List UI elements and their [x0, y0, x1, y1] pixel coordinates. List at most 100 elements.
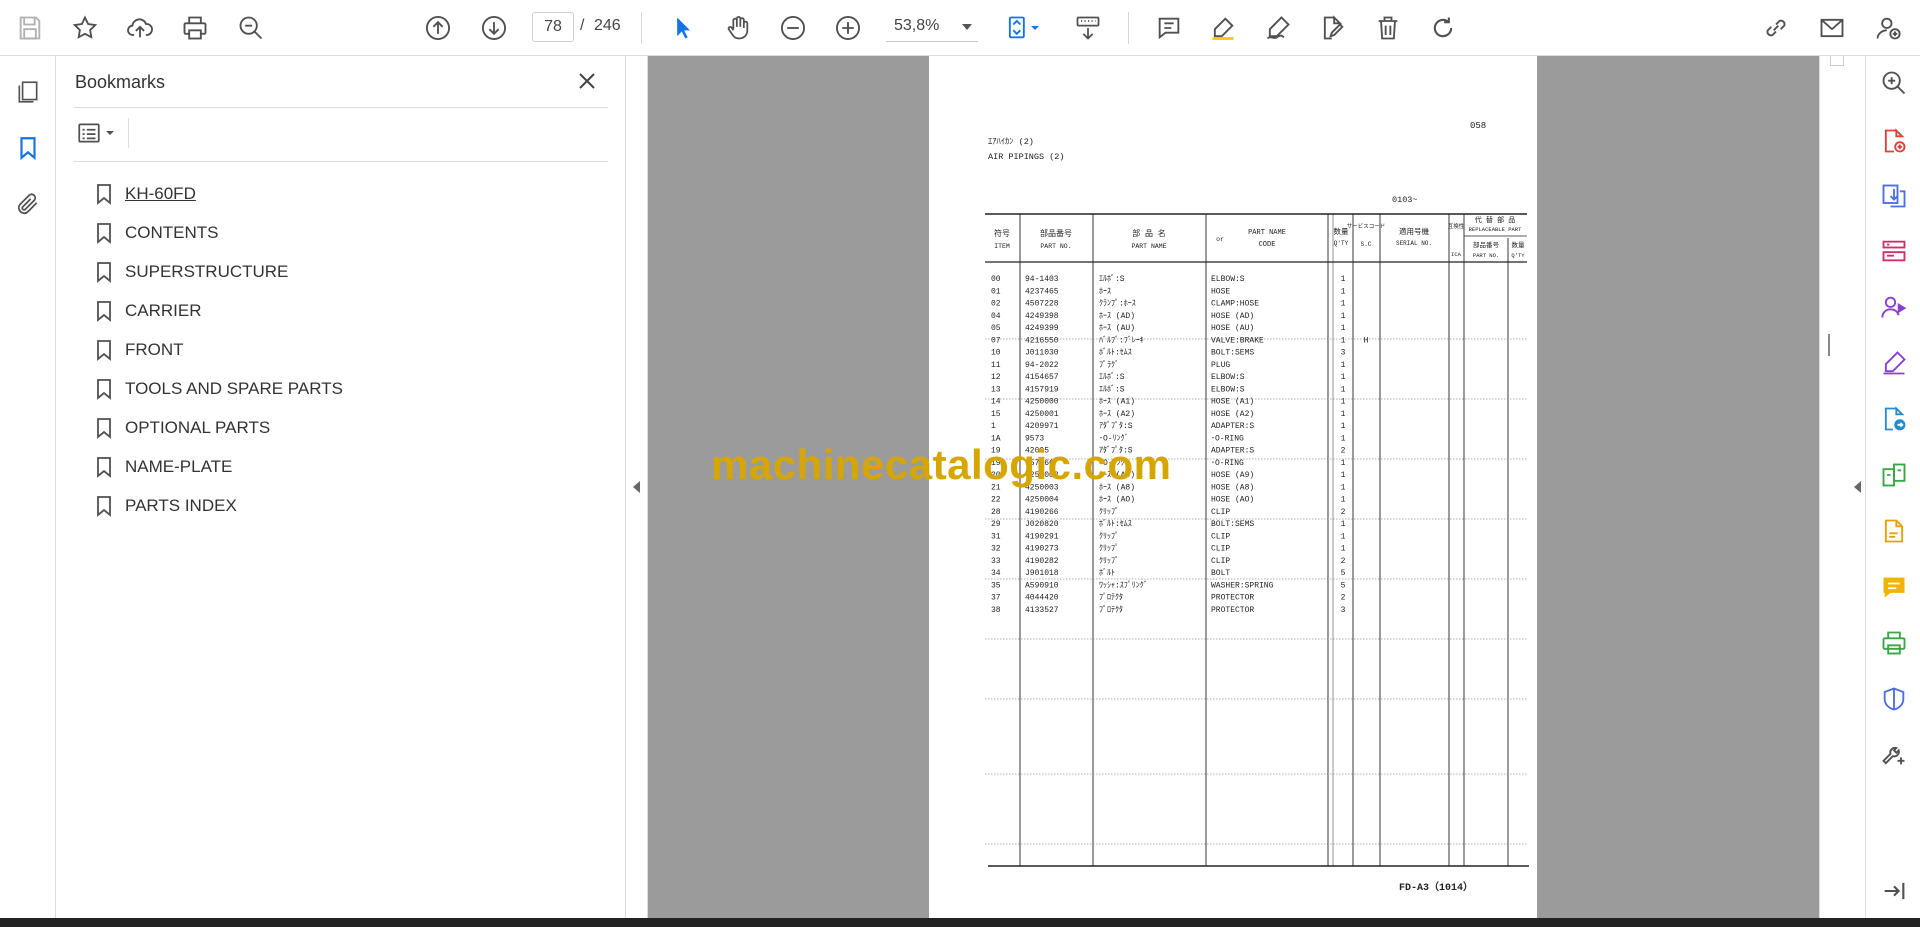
compare-files-icon[interactable] [1879, 460, 1909, 490]
delete-trash-icon[interactable] [1370, 10, 1406, 46]
row-part-number: 4237465 [1025, 287, 1059, 296]
table-grid [985, 213, 1529, 867]
bookmark-item[interactable]: CONTENTS [96, 213, 596, 252]
account-user-icon[interactable] [1870, 10, 1906, 46]
serial-range-label: 0103~ [1392, 195, 1418, 205]
search-zoom-icon[interactable] [233, 10, 269, 46]
row-part-name-en: BOLT:SEMS [1211, 520, 1254, 529]
row-item: 22 [991, 496, 1001, 505]
row-quantity: 5 [1341, 581, 1346, 590]
next-page-icon[interactable] [476, 10, 512, 46]
page-number-label: 058 [1470, 121, 1486, 131]
bookmark-item[interactable]: TOOLS AND SPARE PARTS [96, 369, 596, 408]
previous-page-icon[interactable] [420, 10, 456, 46]
comment-icon[interactable] [1151, 10, 1187, 46]
highlight-pen-icon[interactable] [1205, 10, 1241, 46]
edit-pdf-icon[interactable] [1315, 10, 1351, 46]
table-row: 07 4216550 ﾊﾞﾙﾌﾞ:ﾌﾞﾚｰｷ VALVE:BRAKE 1 H [991, 335, 1369, 345]
bookmark-item[interactable]: CARRIER [96, 291, 596, 330]
row-part-name-en: HOSE (A1) [1211, 398, 1254, 407]
bookmark-icon [97, 417, 111, 439]
star-bookmark-icon[interactable] [67, 10, 103, 46]
upload-cloud-icon[interactable] [122, 10, 158, 46]
row-part-name-en: CLIP [1211, 508, 1230, 517]
header-repl-qty-jp: 数量 [1512, 240, 1526, 249]
share-people-icon[interactable] [1879, 292, 1909, 322]
print-production-icon[interactable] [1879, 628, 1909, 658]
row-part-name-en: ADAPTER:S [1211, 447, 1254, 456]
hand-tool-icon[interactable] [720, 10, 756, 46]
row-quantity: 3 [1341, 349, 1346, 358]
row-quantity: 1 [1341, 496, 1346, 505]
scrollbar-grip[interactable] [1828, 334, 1830, 356]
collapse-left-panel-handle[interactable] [626, 56, 648, 918]
export-pdf-icon[interactable] [1879, 181, 1909, 211]
table-row: 12 4154657 ｴﾙﾎﾞ:S ELBOW:S 1 [991, 372, 1346, 382]
bookmark-item[interactable]: PARTS INDEX [96, 486, 596, 525]
send-for-review-icon[interactable] [1879, 404, 1909, 434]
row-part-number: 4190282 [1025, 557, 1059, 566]
bookmark-item[interactable]: SUPERSTRUCTURE [96, 252, 596, 291]
zoom-out-icon[interactable] [775, 10, 811, 46]
rotate-redo-icon[interactable] [1425, 10, 1461, 46]
protect-shield-icon[interactable] [1879, 684, 1909, 714]
row-item: 38 [991, 606, 1001, 615]
expand-panel-icon[interactable] [1879, 876, 1909, 906]
header-sc-jp: サービスコード [1347, 222, 1386, 230]
top-toolbar: 78 / 246 53,8% [0, 0, 1920, 56]
page-number-input[interactable]: 78 [532, 12, 574, 42]
zoom-in-icon[interactable] [830, 10, 866, 46]
row-part-name-jp: ﾜｯｼｬ:ｽﾌﾟﾘﾝｸﾞ [1099, 580, 1148, 590]
close-icon[interactable] [574, 68, 600, 94]
bookmark-item[interactable]: KH-60FD [96, 174, 596, 213]
table-header: 符号 ITEM 部品番号 PART NO. 部 品 名 PART NAME or… [994, 215, 1525, 259]
select-cursor-icon[interactable] [665, 10, 701, 46]
row-item: 01 [991, 287, 1001, 296]
bookmark-item[interactable]: NAME-PLATE [96, 447, 596, 486]
row-part-name-jp: ｴﾙﾎﾞ:S [1099, 274, 1125, 284]
bookmark-options-menu[interactable] [76, 119, 120, 147]
create-pdf-icon[interactable] [1879, 126, 1909, 156]
print-icon[interactable] [177, 10, 213, 46]
edit-document-icon[interactable] [1879, 516, 1909, 546]
organize-pages-icon[interactable] [1879, 236, 1909, 266]
fit-options-chevron-icon[interactable] [1028, 10, 1042, 46]
row-item: 07 [991, 336, 1001, 345]
chevron-left-icon [1854, 481, 1861, 493]
row-part-name-en: ELBOW:S [1211, 275, 1245, 284]
more-tools-icon[interactable] [1879, 740, 1909, 770]
header-sc-en: S.C [1361, 241, 1372, 248]
document-viewer[interactable]: 058 ｴｱﾊｲｶﾝ (2) AIR PIPINGS (2) 0103~ 符号 … [648, 56, 1819, 918]
zoom-tool-icon[interactable] [1879, 68, 1909, 98]
vertical-scrollbar[interactable] [1819, 56, 1853, 918]
row-part-name-jp: ｸﾘｯﾌﾟ [1099, 507, 1119, 517]
collapse-right-panel-handle[interactable] [1853, 56, 1865, 918]
table-row: 11 94-2022 ﾌﾟﾗｸﾞ PLUG 1 [991, 360, 1346, 370]
bookmarks-ribbon-icon[interactable] [12, 132, 44, 164]
row-part-name-en: HOSE (AD) [1211, 312, 1254, 321]
row-service-code: H [1364, 336, 1369, 345]
email-envelope-icon[interactable] [1814, 10, 1850, 46]
footer-code: FD-A3（1014） [1399, 880, 1473, 894]
header-partno-jp: 部品番号 [1040, 228, 1072, 239]
list-options-icon [78, 123, 100, 143]
share-link-icon[interactable] [1758, 10, 1794, 46]
row-quantity: 1 [1341, 336, 1346, 345]
attachments-paperclip-icon[interactable] [12, 188, 44, 220]
fill-sign-icon[interactable] [1879, 348, 1909, 378]
comment-tool-icon[interactable] [1879, 572, 1909, 602]
row-part-name-jp: ﾊﾞﾙﾌﾞ:ﾌﾞﾚｰｷ [1099, 335, 1144, 345]
row-item: 33 [991, 557, 1001, 566]
table-row: 1 4209971 ｱﾀﾞﾌﾟﾀ:S ADAPTER:S 1 [991, 421, 1346, 431]
scroll-mode-icon[interactable] [1070, 10, 1106, 46]
draw-signature-icon[interactable] [1260, 10, 1296, 46]
bookmark-icon [97, 300, 111, 322]
save-icon[interactable] [12, 10, 48, 46]
bookmark-label: KH-60FD [125, 183, 196, 203]
row-part-name-jp: ｸﾘｯﾌﾟ [1099, 531, 1119, 541]
bookmark-item[interactable]: FRONT [96, 330, 596, 369]
scrollbar-thumb[interactable] [1830, 56, 1844, 66]
bookmark-item[interactable]: OPTIONAL PARTS [96, 408, 596, 447]
zoom-level-select[interactable]: 53,8% [886, 12, 978, 42]
page-thumbnails-icon[interactable] [12, 76, 44, 108]
